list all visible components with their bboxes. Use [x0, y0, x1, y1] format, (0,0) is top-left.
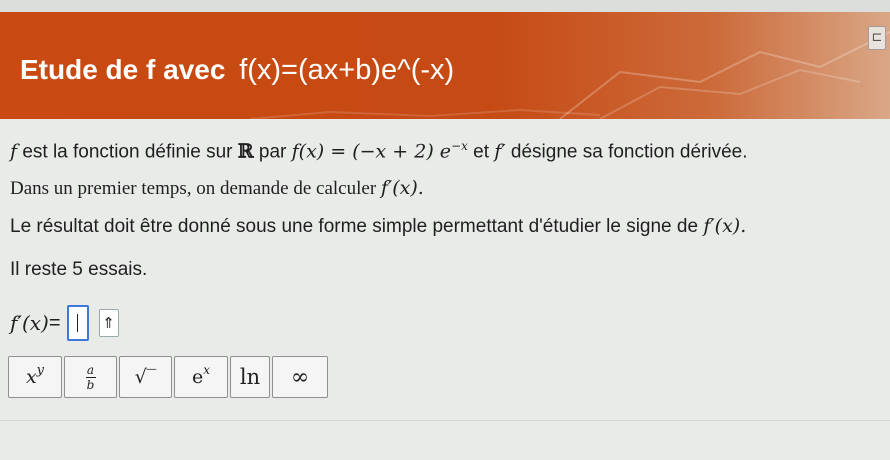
line1-formula: f(x) = (−x + 2) e	[291, 140, 452, 163]
text-caret	[76, 314, 78, 332]
line2-formula: f′(x).	[380, 177, 424, 199]
infinity-icon: ∞	[290, 364, 310, 390]
ln-label: ln	[239, 365, 261, 389]
line1-par: par	[253, 141, 292, 163]
infinity-button[interactable]: ∞	[272, 356, 328, 398]
fraction-icon: a b	[85, 362, 96, 392]
bracket-icon[interactable]: ⊏	[868, 26, 886, 50]
answer-row: f′(x) = ⇑	[10, 303, 119, 343]
title-formula: f(x)=(ax+b)e^(-x)	[239, 54, 455, 86]
line1-et: et	[467, 141, 495, 163]
answer-label-math: f′(x)	[10, 311, 49, 335]
line1-end: désigne sa fonction dérivée.	[505, 141, 748, 163]
line3-formula: f′(x).	[703, 215, 747, 237]
statement-line-2: Dans un premier temps, on demande de cal…	[10, 177, 424, 200]
line2-text: Dans un premier temps, on demande de cal…	[10, 178, 381, 199]
line3-text: Le résultat doit être donné sous une for…	[10, 216, 704, 237]
exp-base: e	[191, 366, 204, 388]
bottom-divider	[0, 420, 890, 421]
line1-text: est la fonction définie sur	[17, 141, 238, 163]
expand-keyboard-button[interactable]: ⇑	[98, 309, 119, 337]
exercise-header: Etude de f avec f(x)=(ax+b)e^(-x) ⊏	[0, 12, 890, 119]
fraction-button[interactable]: a b	[64, 356, 117, 398]
line1-fprime: f′	[494, 140, 506, 163]
answer-input[interactable]	[66, 305, 89, 341]
attempts-remaining: Il reste 5 essais.	[10, 259, 148, 280]
page-title: Etude de f avec f(x)=(ax+b)e^(-x)	[20, 54, 454, 87]
fraction-numerator: a	[86, 362, 95, 377]
exp-exponent: x	[203, 363, 211, 377]
real-set-symbol: ℝ	[237, 140, 254, 163]
ln-button[interactable]: ln	[230, 356, 270, 398]
math-toolbar: xy a b √‾ ex ln ∞	[8, 356, 330, 398]
statement-line-3: Le résultat doit être donné sous une for…	[10, 215, 746, 238]
sqrt-icon: √‾	[134, 366, 157, 388]
power-exponent: y	[36, 362, 45, 378]
function-symbol: f	[10, 140, 18, 163]
title-prefix: Etude de f avec	[20, 54, 226, 85]
power-base: x	[25, 366, 37, 388]
statement-line-1: f est la fonction définie sur ℝ par f(x)…	[10, 139, 748, 163]
fraction-denominator: b	[86, 377, 95, 392]
line1-formula-exponent: −x	[451, 139, 468, 153]
sqrt-button[interactable]: √‾	[119, 356, 172, 398]
power-button[interactable]: xy	[8, 356, 62, 398]
exponential-button[interactable]: ex	[174, 356, 228, 398]
answer-label-eq: =	[48, 311, 61, 334]
